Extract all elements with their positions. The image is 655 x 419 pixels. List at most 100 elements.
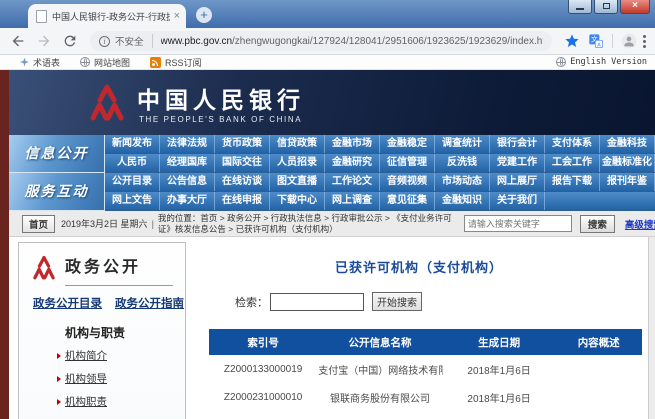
table-row[interactable]: Z2000231000010银联商务股份有限公司2018年1月6日 [209, 383, 642, 411]
table-cell: 支付宝（中国）网络技术有限公司 [317, 355, 443, 383]
pbc-logo-icon [87, 83, 127, 123]
forward-icon[interactable] [36, 33, 52, 49]
nav-menu-item[interactable]: 工会工作 [545, 154, 600, 172]
table-cell: Z2000311000013 [209, 411, 317, 419]
nav-menu-item[interactable]: 信贷政策 [270, 135, 325, 153]
nav-menu-item[interactable]: 调查统计 [435, 135, 490, 153]
breadcrumb[interactable]: 我的位置：首页 > 政务公开 > 行政执法信息 > 行政审批公示 > 《支付业务… [158, 213, 460, 235]
nav-menu-item[interactable]: 经理国库 [160, 154, 215, 172]
back-icon[interactable] [10, 33, 26, 49]
page-info-icon[interactable]: i [99, 36, 110, 47]
content-area: 已获许可机构（支付机构） 检索： 开始搜索 索引号公开信息名称生成日期内容概述 … [191, 237, 647, 419]
nav-menu-item[interactable]: 金融研究 [325, 154, 380, 172]
english-version-link[interactable]: English Version [556, 57, 647, 67]
sidebar-group-title: 机构与职责 [65, 324, 185, 341]
window-maximize-button[interactable] [594, 0, 618, 14]
nav-menu-item[interactable]: 办事大厅 [160, 192, 215, 210]
nav-section: 信息公开 新闻发布法律法规货币政策信贷政策金融市场金融稳定调查统计银行会计支付体… [9, 135, 655, 173]
sidebar-link[interactable]: 政务公开指南 [115, 295, 184, 311]
nav-menu-item[interactable]: 金融市场 [325, 135, 380, 153]
nav-section-service-interaction[interactable]: 服务互动 [9, 173, 105, 211]
translate-icon[interactable]: 文A [588, 33, 604, 49]
bookmarks-bar: 术语表 网站地图 RSS订阅 English Version [0, 55, 655, 70]
sidebar-link[interactable]: 政务公开目录 [33, 295, 102, 311]
nav-menu-item[interactable]: 下载中心 [270, 192, 325, 210]
nav-menu-item[interactable]: 网上文告 [105, 192, 160, 210]
nav-menu-item[interactable]: 市场动态 [435, 173, 490, 191]
nav-menu-item[interactable]: 报刊年鉴 [600, 173, 655, 191]
bookmark-star-icon[interactable] [564, 33, 580, 49]
nav-menu-item[interactable]: 银行会计 [490, 135, 545, 153]
sidebar-title: 政务公开 [65, 253, 173, 286]
nav-menu-item[interactable]: 金融标准化 [600, 154, 655, 172]
nav-menu-item[interactable]: 音频视频 [380, 173, 435, 191]
rss-icon [150, 57, 161, 68]
nav-section-info-disclosure[interactable]: 信息公开 [9, 135, 105, 173]
nav-menu-item[interactable]: 法律法规 [160, 135, 215, 153]
url-host: www.pbc.gov.cn [161, 36, 233, 47]
nav-menu-item[interactable]: 报告下载 [545, 173, 600, 191]
nav-menu-item[interactable]: 国际交往 [215, 154, 270, 172]
tab-close-icon[interactable]: × [174, 11, 180, 21]
sidebar: 政务公开 政务公开目录政务公开指南 机构与职责 机构简介机构领导机构职责机构设置… [18, 242, 186, 419]
browser-tab[interactable]: 中国人民银行-政务公开-行政执 × [28, 4, 186, 28]
bookmark-glossary[interactable]: 术语表 [20, 56, 60, 69]
nav-menu-item[interactable]: 在线访谈 [215, 173, 270, 191]
sidebar-item-label: 机构职责 [65, 394, 107, 409]
profile-avatar-icon[interactable] [621, 33, 637, 49]
nav-menu-item[interactable]: 人民币 [105, 154, 160, 172]
window-minimize-button[interactable] [568, 0, 592, 14]
site-search-button[interactable]: 搜索 [580, 215, 615, 233]
window-close-button[interactable]: × [620, 0, 650, 14]
sidebar-item[interactable]: 机构领导 [57, 371, 185, 386]
nav-menu-item[interactable]: 金融稳定 [380, 135, 435, 153]
window-titlebar: 中国人民银行-政务公开-行政执 × + × [0, 0, 655, 28]
nav-menu-item[interactable]: 意见征集 [380, 192, 435, 210]
home-button[interactable]: 首页 [22, 215, 55, 233]
nav-menu-item[interactable]: 网上调查 [325, 192, 380, 210]
arrow-bullet-icon [57, 353, 61, 359]
address-bar[interactable]: i 不安全 www.pbc.gov.cn/zhengwugongkai/1279… [90, 31, 552, 51]
nav-menu-item[interactable]: 金融科技 [600, 135, 655, 153]
catalog-search-row: 检索： 开始搜索 [235, 292, 647, 311]
browser-menu-icon[interactable] [643, 35, 646, 48]
nav-menu-item[interactable]: 公告信息 [160, 173, 215, 191]
nav-menu-item[interactable]: 图文直播 [270, 173, 325, 191]
nav-menu-item[interactable]: 货币政策 [215, 135, 270, 153]
nav-menu-item[interactable]: 新闻发布 [105, 135, 160, 153]
nav-menu-item[interactable]: 支付体系 [545, 135, 600, 153]
english-version-label: English Version [570, 57, 647, 67]
reload-icon[interactable] [62, 33, 78, 49]
catalog-search-input[interactable] [270, 293, 364, 311]
nav-menu-item[interactable]: 公开目录 [105, 173, 160, 191]
nav-menu-item[interactable]: 党建工作 [490, 154, 545, 172]
bookmark-rss[interactable]: RSS订阅 [150, 56, 202, 69]
nav-menu-item[interactable]: 人员招录 [270, 154, 325, 172]
new-tab-button[interactable]: + [196, 7, 212, 23]
table-cell [555, 411, 642, 419]
table-row[interactable]: Z2000133000019支付宝（中国）网络技术有限公司2018年1月6日 [209, 355, 642, 383]
nav-menu-item[interactable]: 反洗钱 [435, 154, 490, 172]
catalog-search-button[interactable]: 开始搜索 [372, 292, 422, 311]
nav-menu-item[interactable]: 工作论文 [325, 173, 380, 191]
table-cell: 2018年1月6日 [443, 355, 556, 383]
nav-menu-item[interactable]: 网上展厅 [490, 173, 545, 191]
nav-menu-item[interactable]: 在线申报 [215, 192, 270, 210]
site-search-input[interactable] [464, 215, 572, 232]
table-row[interactable]: Z2000311000013资和信电子支付有限公司2016年5月3日 [209, 411, 642, 419]
page-favicon-icon [36, 10, 47, 23]
globe-icon [556, 57, 566, 67]
sidebar-item[interactable]: 机构简介 [57, 348, 185, 363]
nav-section: 服务互动 公开目录公告信息在线访谈图文直播工作论文音频视频市场动态网上展厅报告下… [9, 173, 655, 211]
main-navigation: 信息公开 新闻发布法律法规货币政策信贷政策金融市场金融稳定调查统计银行会计支付体… [9, 135, 655, 211]
browser-toolbar: i 不安全 www.pbc.gov.cn/zhengwugongkai/1279… [0, 28, 655, 55]
nav-menu-item[interactable]: 征信管理 [380, 154, 435, 172]
sidebar-header: 政务公开 [19, 243, 185, 286]
site-banner: 中国人民银行 THE PEOPLE'S BANK OF CHINA [9, 70, 655, 135]
sidebar-item[interactable]: 机构职责 [57, 394, 185, 409]
table-cell: Z2000133000019 [209, 355, 317, 383]
nav-menu-item[interactable]: 关于我们 [490, 192, 545, 210]
bookmark-sitemap[interactable]: 网站地图 [80, 56, 130, 69]
nav-menu-item[interactable]: 金融知识 [435, 192, 490, 210]
advanced-search-link[interactable]: 高级搜索 [625, 217, 655, 231]
